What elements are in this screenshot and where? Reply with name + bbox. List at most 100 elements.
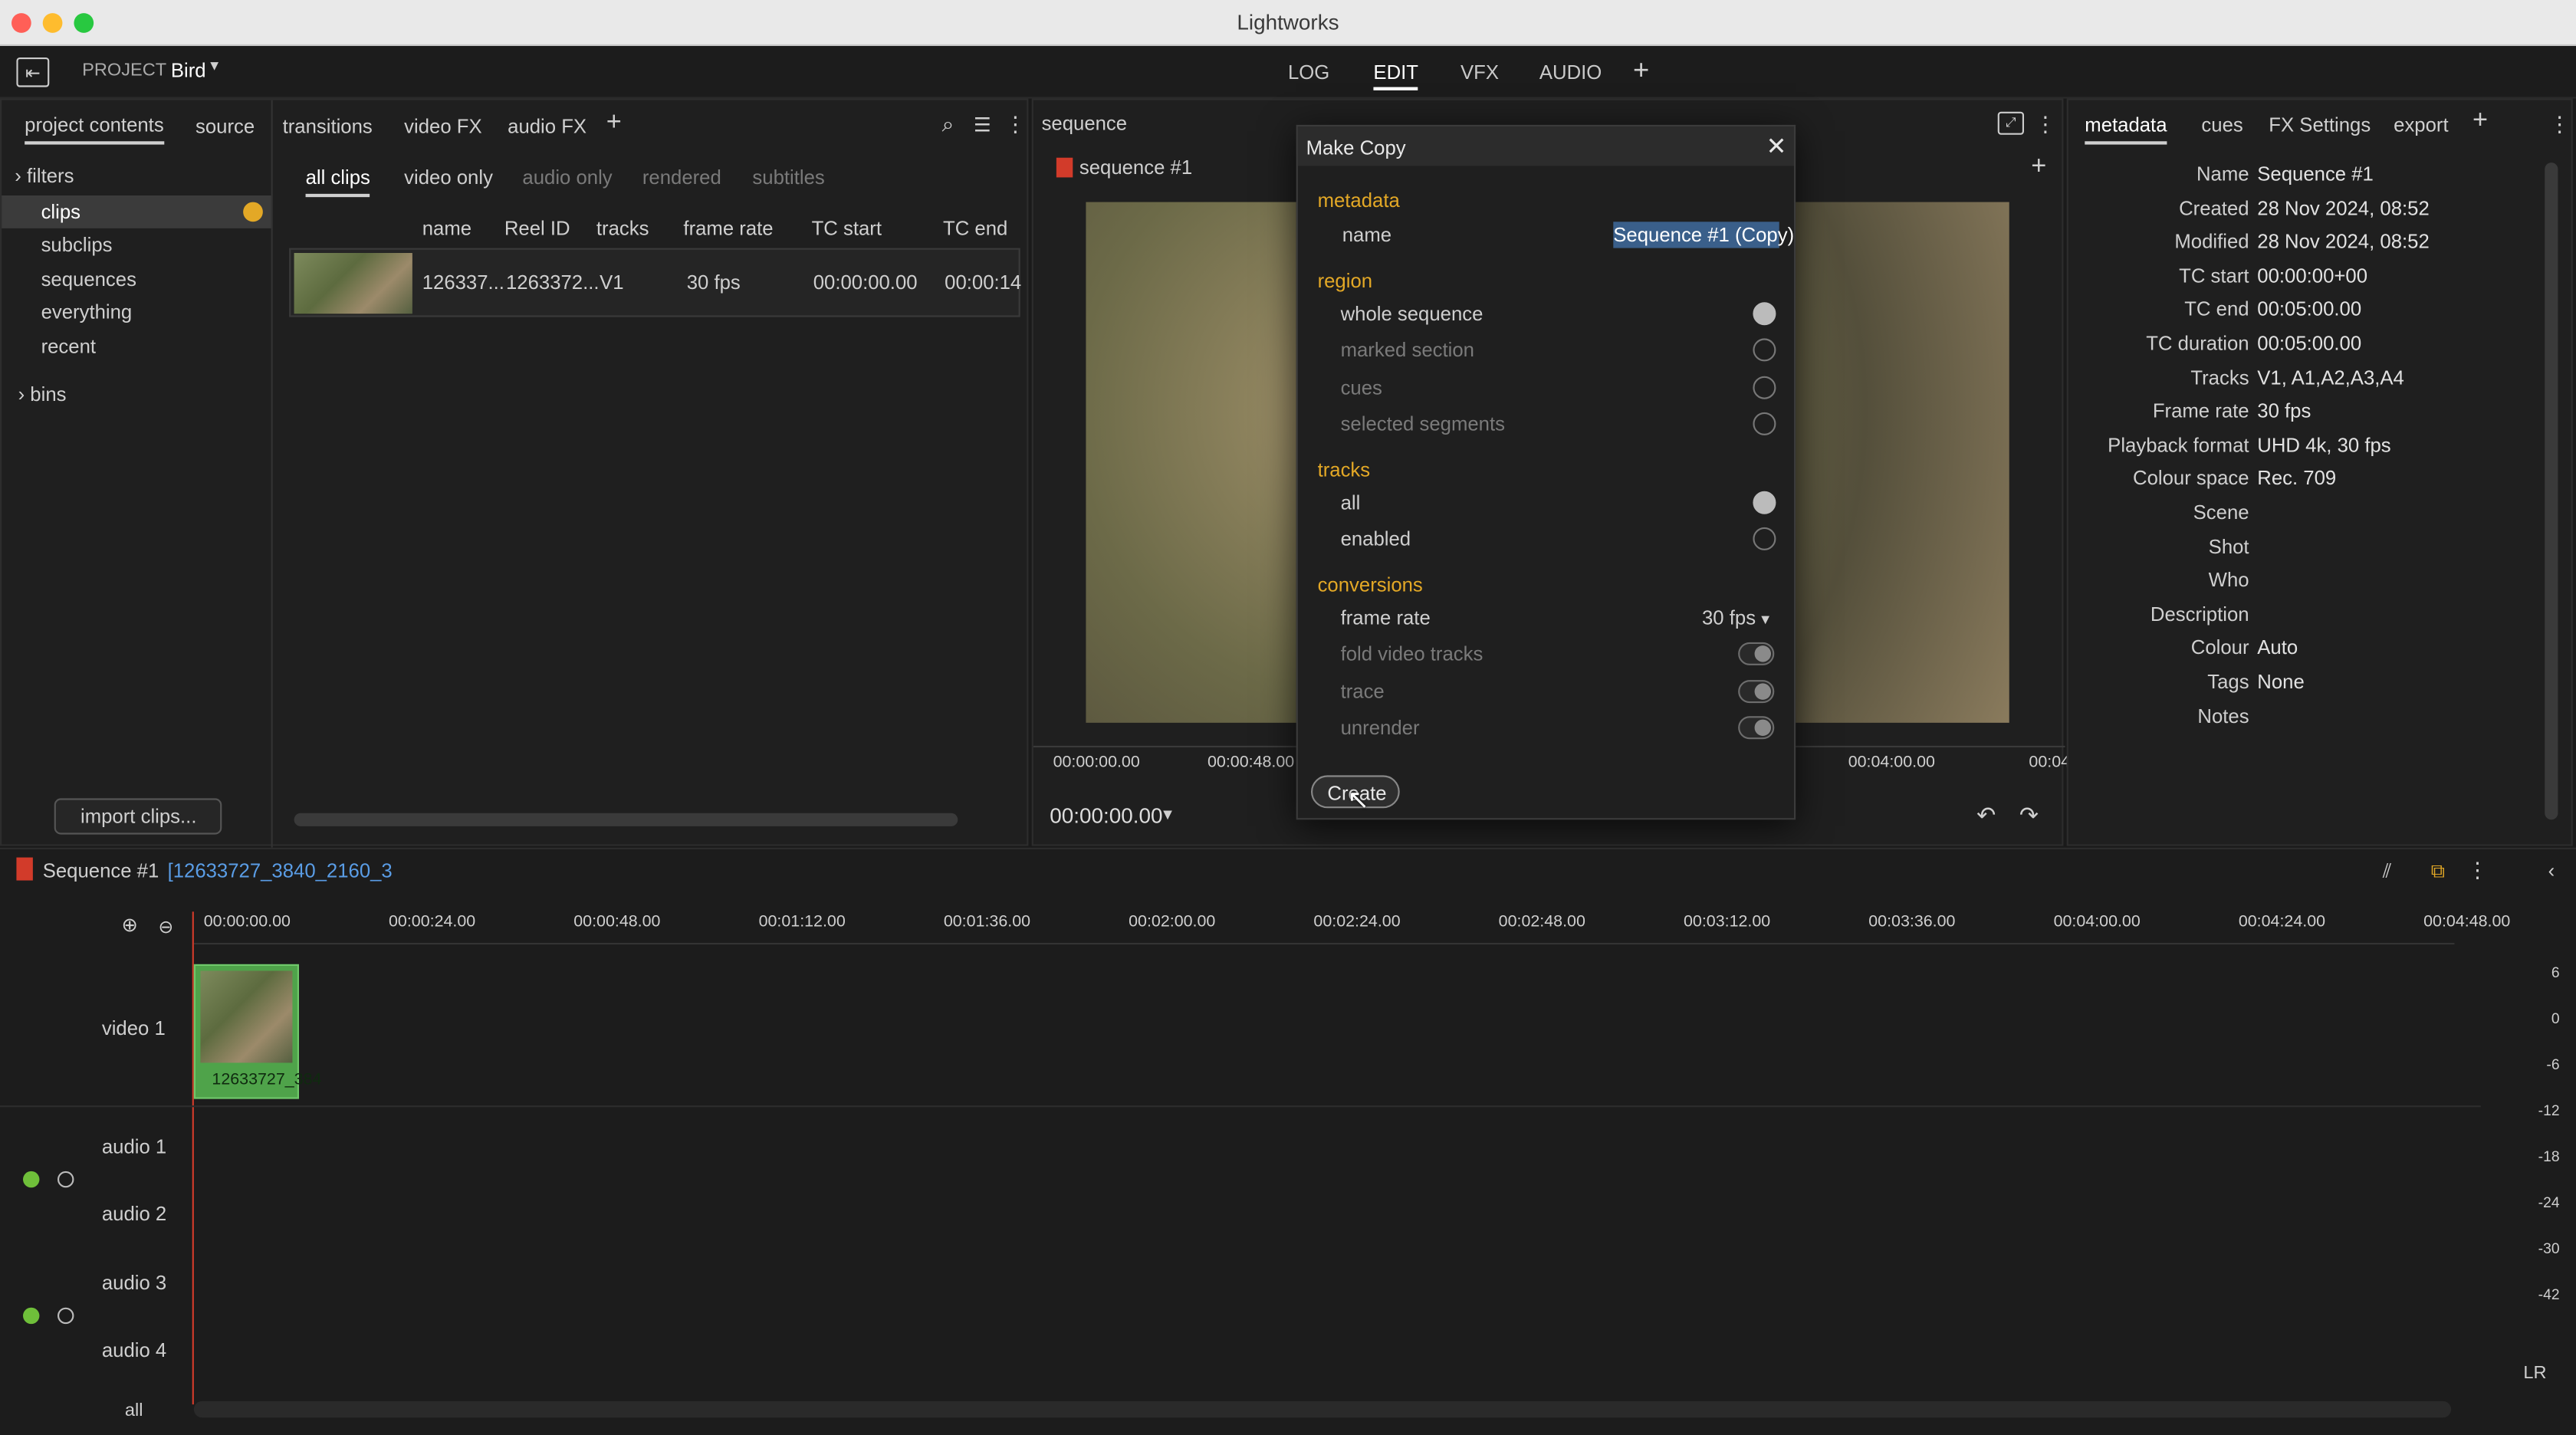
tab-rendered[interactable]: rendered bbox=[642, 166, 721, 189]
region-marked-section-radio[interactable] bbox=[1753, 338, 1776, 362]
viewer-options-icon[interactable]: ⋮ bbox=[2035, 112, 2056, 138]
region-selected-segments-radio[interactable] bbox=[1753, 412, 1776, 435]
fold-video-tracks-toggle[interactable] bbox=[1738, 642, 1775, 665]
tab-cues[interactable]: cues bbox=[2201, 113, 2242, 136]
track-audio-1-label[interactable]: audio 1 bbox=[102, 1135, 166, 1158]
sidebar-item-sequences[interactable]: sequences bbox=[41, 268, 136, 291]
tab-project-contents[interactable]: project contents bbox=[25, 113, 164, 145]
chevron-right-icon: › bbox=[18, 383, 25, 406]
sidebar-item-everything[interactable]: everything bbox=[41, 300, 133, 323]
column-tracks[interactable]: tracks bbox=[596, 217, 649, 240]
timeline-scrollbar[interactable] bbox=[193, 1401, 2452, 1418]
exit-project-icon[interactable]: ⇤ bbox=[16, 57, 50, 87]
tab-video-only[interactable]: video only bbox=[404, 166, 493, 189]
import-clips-button[interactable]: import clips... bbox=[54, 798, 222, 835]
add-icon[interactable]: + bbox=[2026, 153, 2052, 180]
viewer-timecode[interactable]: 00:00:00.00 bbox=[1050, 803, 1162, 828]
search-icon[interactable]: ⌕ bbox=[935, 112, 961, 138]
horizontal-scrollbar[interactable] bbox=[294, 813, 958, 826]
timeline-clip[interactable]: 12633727_384 bbox=[193, 964, 321, 1099]
mode-vfx[interactable]: VFX bbox=[1460, 61, 1499, 84]
tab-transitions[interactable]: transitions bbox=[283, 115, 373, 138]
region-cues-radio[interactable] bbox=[1753, 376, 1776, 399]
all-tracks-label[interactable]: all bbox=[125, 1401, 143, 1421]
tab-fx-settings[interactable]: FX Settings bbox=[2269, 113, 2371, 136]
sidebar-divider bbox=[271, 100, 273, 848]
sync-lock-icon[interactable]: ⧉ bbox=[2425, 859, 2451, 882]
metadata-value[interactable]: 30 fps bbox=[2257, 399, 2311, 422]
column-tc-end[interactable]: TC end bbox=[943, 217, 1007, 240]
metadata-value[interactable]: Rec. 709 bbox=[2257, 467, 2336, 490]
mode-edit[interactable]: EDIT bbox=[1373, 61, 1419, 90]
redo-icon[interactable]: ↷ bbox=[2016, 801, 2042, 827]
add-tab-icon[interactable]: + bbox=[2472, 107, 2488, 136]
fullscreen-icon[interactable]: ⤢ bbox=[1997, 111, 2024, 135]
sidebar-item-subclips[interactable]: subclips bbox=[41, 233, 113, 256]
region-whole-sequence-radio[interactable] bbox=[1753, 302, 1776, 326]
tab-subtitles[interactable]: subtitles bbox=[752, 166, 824, 189]
metadata-value[interactable]: 00:05:00.00 bbox=[2257, 332, 2361, 355]
undo-icon[interactable]: ↶ bbox=[1973, 801, 1999, 827]
tab-metadata[interactable]: metadata bbox=[2085, 113, 2167, 145]
metadata-value[interactable]: V1, A1,A2,A3,A4 bbox=[2257, 366, 2404, 389]
filters-toggle[interactable]: › filters bbox=[15, 164, 74, 187]
mode-audio[interactable]: AUDIO bbox=[1539, 61, 1602, 84]
project-chevron-icon[interactable]: ▾ bbox=[210, 57, 219, 76]
metadata-value[interactable]: UHD 4k, 30 fps bbox=[2257, 433, 2390, 456]
tab-all-clips[interactable]: all clips bbox=[305, 166, 370, 198]
timeline-options-icon[interactable]: ⋮ bbox=[2467, 858, 2489, 882]
metadata-value[interactable]: 00:00:00+00 bbox=[2257, 264, 2367, 287]
metadata-value[interactable]: 00:05:00.00 bbox=[2257, 298, 2361, 321]
metadata-key: Description bbox=[2150, 602, 2249, 626]
unrender-toggle[interactable] bbox=[1738, 716, 1775, 740]
audio-solo-icon[interactable] bbox=[58, 1307, 74, 1325]
timeline-ruler[interactable]: 00:00:00.00 00:00:24.00 00:00:48.00 00:01:1… bbox=[193, 905, 2510, 945]
list-view-icon[interactable]: ☰ bbox=[969, 112, 995, 138]
zoom-out-icon[interactable]: ⊖ bbox=[154, 915, 177, 938]
add-mode-icon[interactable]: + bbox=[1633, 54, 1649, 87]
trace-toggle[interactable] bbox=[1738, 680, 1775, 704]
audio-enable-icon[interactable] bbox=[23, 1307, 40, 1325]
metadata-value[interactable]: Sequence #1 bbox=[2257, 163, 2374, 186]
tracks-all-radio[interactable] bbox=[1753, 491, 1776, 514]
more-options-icon[interactable]: ⋮ bbox=[1004, 112, 1026, 138]
column-tc-start[interactable]: TC start bbox=[812, 217, 882, 240]
collapse-icon[interactable]: ‹ bbox=[2542, 859, 2561, 882]
name-input[interactable]: Sequence #1 (Copy) bbox=[1613, 222, 1794, 248]
metadata-value[interactable]: 28 Nov 2024, 08:52 bbox=[2257, 230, 2429, 253]
ruler-tick: 00:01:36.00 bbox=[943, 913, 1031, 931]
track-video-1-label[interactable]: video 1 bbox=[102, 1016, 166, 1039]
track-audio-3-label[interactable]: audio 3 bbox=[102, 1272, 166, 1295]
tab-video-fx[interactable]: video FX bbox=[404, 115, 481, 138]
add-tab-icon[interactable]: + bbox=[606, 108, 622, 138]
tracks-enabled-radio[interactable] bbox=[1753, 527, 1776, 550]
frame-rate-select[interactable]: 30 fps ▾ bbox=[1702, 606, 1769, 629]
vertical-scrollbar[interactable] bbox=[2545, 163, 2558, 820]
bins-toggle[interactable]: › bins bbox=[18, 383, 67, 406]
table-row[interactable]: 126337... 1263372... V1 30 fps 00:00:00.… bbox=[289, 248, 1021, 317]
project-name[interactable]: Bird bbox=[171, 59, 206, 82]
track-audio-4-label[interactable]: audio 4 bbox=[102, 1338, 166, 1361]
sidebar-item-clips[interactable]: clips bbox=[2, 195, 271, 228]
tab-source[interactable]: source bbox=[196, 115, 255, 138]
timeline-clip-ref[interactable]: [12633727_3840_2160_3 bbox=[168, 859, 393, 882]
metadata-value[interactable]: Auto bbox=[2257, 636, 2298, 659]
audio-levels-icon[interactable]: ⫽ bbox=[2374, 859, 2400, 882]
audio-enable-icon[interactable] bbox=[23, 1171, 40, 1188]
audio-solo-icon[interactable] bbox=[58, 1171, 74, 1188]
timecode-chevron-icon[interactable]: ▾ bbox=[1163, 803, 1172, 825]
column-frame-rate[interactable]: frame rate bbox=[683, 217, 773, 240]
column-reel-id[interactable]: Reel ID bbox=[504, 217, 570, 240]
zoom-in-icon[interactable]: ⊕ bbox=[118, 913, 141, 936]
sidebar-item-recent[interactable]: recent bbox=[41, 335, 96, 358]
metadata-value[interactable]: 28 Nov 2024, 08:52 bbox=[2257, 196, 2429, 219]
close-icon[interactable]: ✕ bbox=[1766, 131, 1787, 161]
tab-export[interactable]: export bbox=[2394, 113, 2448, 136]
tab-audio-fx[interactable]: audio FX bbox=[508, 115, 586, 138]
tab-audio-only[interactable]: audio only bbox=[522, 166, 612, 189]
track-audio-2-label[interactable]: audio 2 bbox=[102, 1203, 166, 1226]
more-options-icon[interactable]: ⋮ bbox=[2549, 112, 2571, 138]
metadata-value[interactable]: None bbox=[2257, 670, 2304, 693]
mode-log[interactable]: LOG bbox=[1288, 61, 1329, 84]
column-name[interactable]: name bbox=[422, 217, 472, 240]
